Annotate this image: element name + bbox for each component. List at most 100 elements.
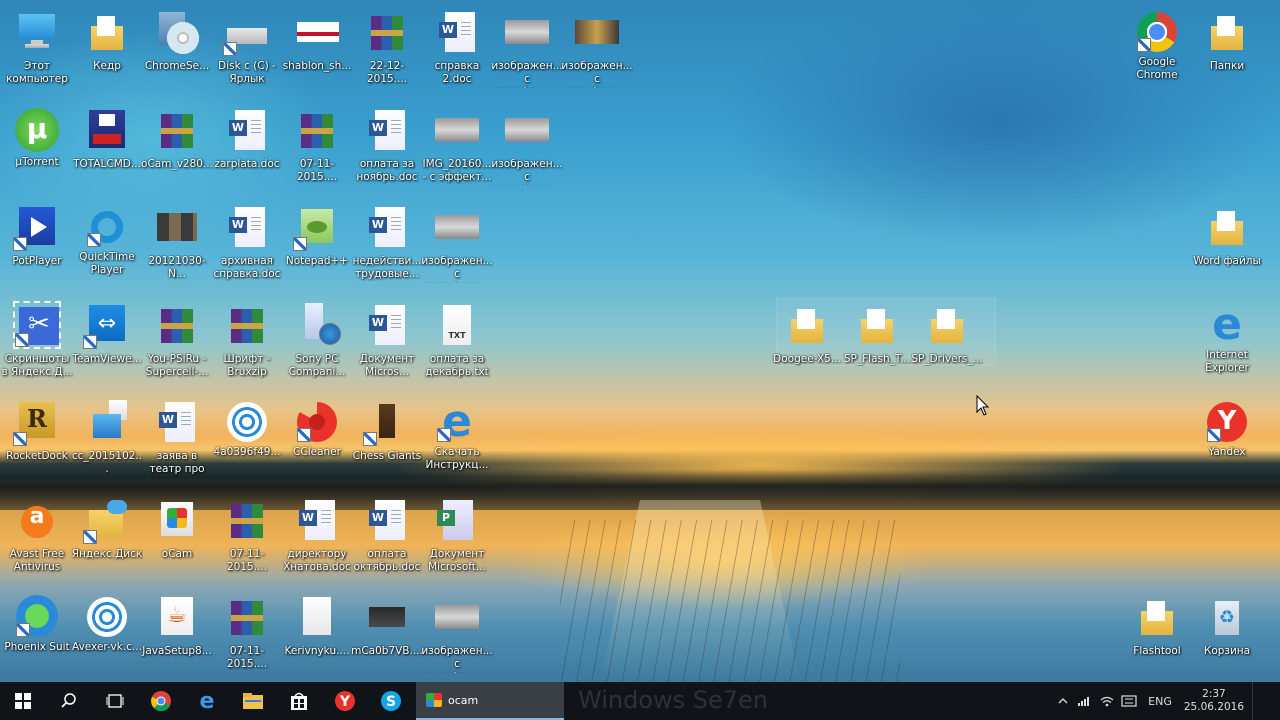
desktop-icon[interactable]: Phoenix Suit [1,589,73,681]
blank-icon [293,593,341,641]
desktop-icon[interactable]: oCam [141,492,213,584]
desktop-icon[interactable]: zarplata.doc [211,102,283,194]
desktop-icon-label: Шрифт - Bruxzip [223,352,271,378]
wifi-icon[interactable] [1096,682,1118,720]
desktop-icon[interactable]: Яндекс.Диск [71,492,143,584]
desktop-icon[interactable]: Документ Micros... [351,297,423,389]
desktop-icon[interactable]: заява в театр про архив... [141,394,213,486]
desktop-icon[interactable]: IMG_20160... - с эффект... [421,102,493,194]
desktop-icon[interactable]: изображен... с телефона... [491,102,563,194]
search-icon[interactable] [46,682,92,720]
visio-icon [433,495,481,544]
desktop-icon[interactable]: Шрифт - Bruxzip [211,297,283,389]
desktop-icon[interactable]: Avast Free Antivirus [1,492,73,584]
chrome-taskbar-icon[interactable] [138,682,184,720]
desktop-icon[interactable]: директору Хнатова.doc [281,492,353,584]
desktop-icon[interactable]: Kerivnyku.... [281,589,353,681]
desktop-icon[interactable]: Скачать Инструкц... [421,394,493,486]
desktop-icon[interactable]: Папки [1191,4,1263,96]
desktop-icon[interactable]: 07-11-2015.... [281,102,353,194]
desktop-icon[interactable]: Google Chrome [1121,4,1193,96]
word-icon [223,203,271,251]
desktop-icon[interactable]: 07-11-2015.... [211,589,283,681]
desktop-icon[interactable]: Disk c (C) - Ярлык [211,4,283,96]
desktop-icon[interactable]: ChromeSe... [141,4,213,96]
desktop-icon[interactable]: справка 2.doc [421,4,493,96]
desktop-icon[interactable]: Notepad++ [281,199,353,291]
desktop-icon[interactable]: QuickTime Player [71,199,143,291]
desktop-icon-label: JavaSetup8... [142,645,212,657]
desktop-icon-label: You-PSiRu - Supercell-... [145,352,209,378]
desktop-icon[interactable]: TeamViewe... [71,297,143,389]
desktop-icon-label: директору Хнатова.doc [283,547,351,573]
desktop-icon[interactable]: изображен... с телефона... [561,4,633,96]
desktop-icon[interactable]: CCleaner [281,394,353,486]
desktop-icon[interactable]: Doogee-X5... [771,297,843,389]
yandex-taskbar-icon[interactable]: Y [322,682,368,720]
desktop-icon[interactable]: изображен... с телефона... [421,589,493,681]
desktop-icon[interactable]: µTorrent [1,102,73,194]
desktop-icon[interactable]: PotPlayer [1,199,73,291]
desktop-icon[interactable]: изображен... с телефона... [491,4,563,96]
desktop-icon[interactable]: shablon_sh... [281,4,353,96]
keyboard-icon[interactable] [1118,682,1140,720]
desktop-icon[interactable]: 4a0396f49... [211,394,283,486]
desktop-icon[interactable]: оплата октябрь.doc [351,492,423,584]
desktop-icon[interactable]: недействи... трудовые... [351,199,423,291]
java-icon [153,593,201,641]
show-desktop-button[interactable] [1252,682,1280,720]
video-watermark: Windows Se7en [578,686,769,714]
windows-start-icon[interactable] [0,682,46,720]
edge-taskbar-icon[interactable]: e [184,682,230,720]
desktop-icon[interactable]: оплата за декабрь.txt [421,297,493,389]
network-icon[interactable] [1074,682,1096,720]
desktop-icon[interactable]: JavaSetup8... [141,589,213,681]
desktop-icon[interactable]: Chess Giants [351,394,423,486]
desktop-icon[interactable]: Yandex [1191,394,1263,486]
desktop-icon[interactable]: mCa0b7VB.... [351,589,423,681]
drive-icon [223,8,271,56]
store-taskbar-icon[interactable] [276,682,322,720]
desktop-icon[interactable]: Word файлы [1191,199,1263,291]
desktop-icon[interactable]: cc_2015102... [71,394,143,486]
desktop-icon[interactable]: Sony PC Compani... [281,297,353,389]
desktop-icon-label: Google Chrome [1136,56,1178,81]
desktop-icon-label: 07-11-2015.... [226,645,268,670]
desktop-icon[interactable]: архивная справка.doc [211,199,283,291]
rar-icon [153,300,201,349]
ocam-taskbar-button[interactable]: ocam [416,682,564,720]
desktop-icon[interactable]: 20121030-N... [141,199,213,291]
language-indicator[interactable]: ENG [1140,695,1180,708]
desktop-icon-label: Internet Explorer [1205,348,1249,374]
desktop-icon[interactable]: TOTALCMD... [71,102,143,194]
desktop[interactable]: Этот компьютер Кедр ChromeSe... Disk c (C) … [0,0,1280,682]
desktop-icon[interactable]: оплата за ноябрь.doc [351,102,423,194]
desktop-icon[interactable]: Кедр [71,4,143,96]
desktop-icon[interactable]: RocketDock [1,394,73,486]
desktop-icon[interactable]: Документ Microsoft... [421,492,493,584]
desktop-icon[interactable]: SP_Drivers_... [911,297,983,389]
clock-date: 25.06.2016 [1183,701,1244,713]
explorer-taskbar-icon[interactable] [230,682,276,720]
clock[interactable]: 2:37 25.06.2016 [1180,688,1252,714]
skype-taskbar-icon[interactable]: S [368,682,414,720]
desktop-icon[interactable]: Скриншоты в Яндекс.Д... [1,297,73,389]
desktop-icon[interactable]: oCam_v280... [141,102,213,194]
desktop-icon[interactable]: изображен... с телефона... [421,199,493,291]
desktop-icon[interactable]: 22-12-2015.... [351,4,423,96]
wallpaper-reeds [560,520,900,682]
desktop-icon[interactable]: 07-11-2015.... [211,492,283,584]
desktop-icon[interactable]: Internet Explorer [1191,297,1263,389]
desktop-icon[interactable]: Avexer-vk.c... [71,589,143,681]
desktop-icon[interactable]: Этот компьютер [1,4,73,96]
desktop-icon[interactable]: Flashtool [1121,589,1193,681]
desktop-icon[interactable]: SP_Flash_T... [841,297,913,389]
desktop-icon-label: µTorrent [15,155,59,168]
desktop-icon-label: изображен... с телефона... [491,60,563,88]
desktop-icon[interactable]: Корзина [1191,589,1263,681]
desktop-icon[interactable]: You-PSiRu - Supercell-... [141,297,213,389]
desktop-icon-label: 07-11-2015.... [226,547,268,573]
target-icon [227,402,267,442]
task-view-icon[interactable] [92,682,138,720]
chevron-up-icon[interactable] [1052,682,1074,720]
